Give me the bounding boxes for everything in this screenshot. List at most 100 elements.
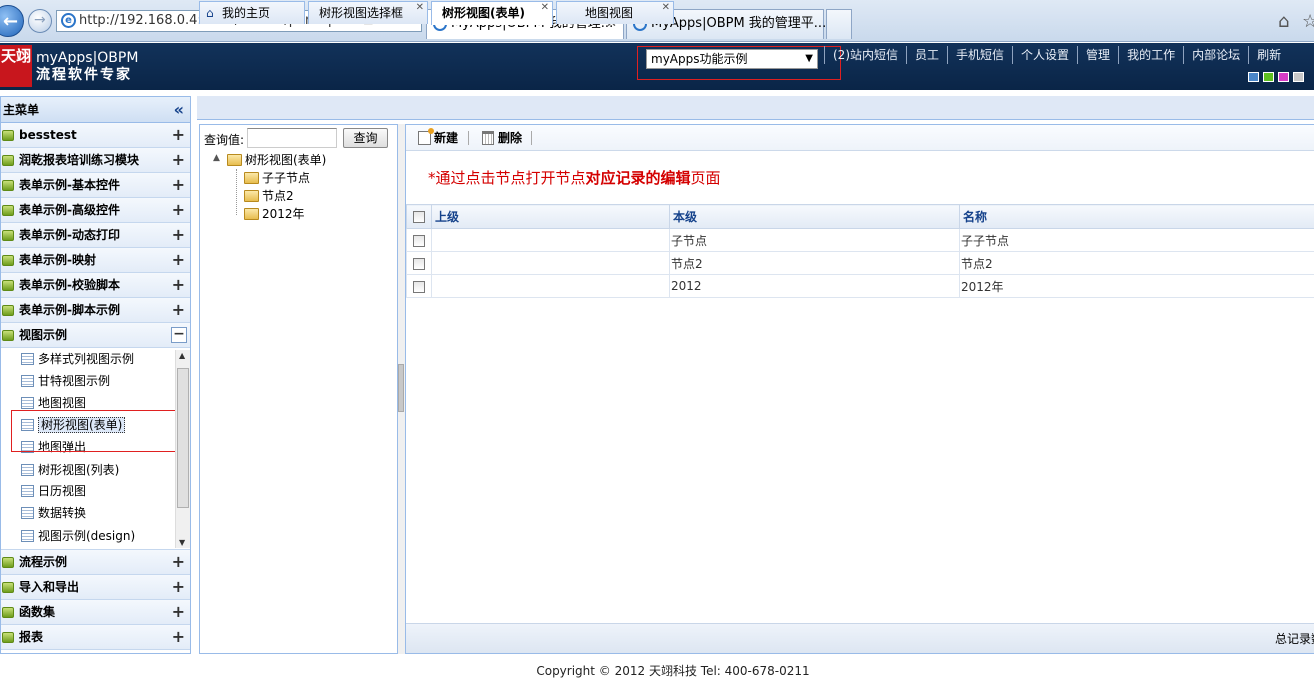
submenu-scrollbar[interactable]: ▲ ▼ [175,350,190,548]
forward-button[interactable]: → [28,9,52,33]
scroll-down-icon[interactable]: ▼ [179,538,185,547]
nav-refresh[interactable]: 刷新 [1248,46,1289,64]
theme-swatch-blue[interactable] [1248,72,1259,82]
menu-group-form-basic[interactable]: 表单示例-基本控件 + [1,173,190,198]
menu-group-label: 函数集 [19,605,56,619]
expand-plus-icon[interactable]: + [172,123,185,147]
expand-plus-icon[interactable]: + [172,550,185,574]
menu-group-besstest[interactable]: besstest + [1,123,190,148]
nav-settings[interactable]: 个人设置 [1012,46,1077,64]
menu-group-form-mapping[interactable]: 表单示例-映射 + [1,248,190,273]
cell-name[interactable]: 2012年 [959,274,1314,298]
tab-tree-view-form[interactable]: 树形视图(表单) ✕ [431,1,553,25]
delete-button[interactable]: 删除 [482,129,522,147]
sidebar-item-tree-view-list[interactable]: 树形视图(列表) [21,460,119,480]
back-button[interactable]: ← [0,5,24,37]
new-tab-button[interactable] [826,9,852,39]
cell-self[interactable]: 2012 [669,274,960,298]
new-button[interactable]: 新建 [418,128,458,147]
expand-plus-icon[interactable]: + [172,625,185,649]
module-icon [2,230,14,241]
scroll-up-icon[interactable]: ▲ [179,351,185,360]
theme-swatch-gray[interactable] [1293,72,1304,82]
expand-plus-icon[interactable]: + [172,148,185,172]
tab-tree-select[interactable]: 树形视图选择框 ✕ [308,1,428,24]
tree-node-child[interactable]: 子子节点 [244,169,310,187]
close-icon[interactable]: ✕ [662,0,670,19]
theme-swatch-green[interactable] [1263,72,1274,82]
column-header-self[interactable]: 本级 [669,204,960,229]
cell-parent[interactable] [431,228,670,252]
cell-parent[interactable] [431,274,670,298]
scrollbar-thumb[interactable] [177,368,189,508]
cell-self[interactable]: 子节点 [669,228,960,252]
sidebar-item-data-convert[interactable]: 数据转换 [21,503,86,523]
menu-group-report-training[interactable]: 润乾报表培训练习模块 + [1,148,190,173]
menu-group-import-export[interactable]: 导入和导出 + [1,575,190,600]
tab-map-view[interactable]: 地图视图 ✕ [556,1,674,24]
expand-plus-icon[interactable]: + [172,575,185,599]
sidebar-item-calendar-view[interactable]: 日历视图 [21,481,86,501]
menu-group-label: 表单示例-映射 [19,253,96,267]
nav-employees[interactable]: 员工 [906,46,947,64]
nav-sms[interactable]: 手机短信 [947,46,1012,64]
menu-group-functions[interactable]: 函数集 + [1,600,190,625]
tree-node-root[interactable]: 树形视图(表单) [227,151,326,169]
search-input[interactable] [247,128,337,148]
favorites-star-icon[interactable]: ☆ [1302,11,1314,32]
splitter-grip[interactable] [398,364,404,412]
column-header-parent[interactable]: 上级 [431,204,670,229]
tree-collapse-icon[interactable]: ▲ [213,153,220,163]
menu-group-reports[interactable]: 报表 + [1,625,190,650]
expand-plus-icon[interactable]: + [172,600,185,624]
table-row[interactable]: 节点2 节点2 [406,251,1314,275]
expand-plus-icon[interactable]: + [172,298,185,322]
nav-forum[interactable]: 内部论坛 [1183,46,1248,64]
menu-group-label: 表单示例-校验脚本 [19,278,120,292]
theme-swatch-purple[interactable] [1278,72,1289,82]
row-checkbox[interactable] [413,280,425,293]
collapse-minus-icon[interactable]: − [171,327,187,343]
close-icon[interactable]: ✕ [416,0,424,19]
collapse-icon[interactable]: « [174,97,184,123]
cell-parent[interactable] [431,251,670,275]
sidebar-item-view-design[interactable]: 视图示例(design) [21,526,135,546]
close-icon[interactable]: ✕ [541,0,549,19]
table-row[interactable]: 2012 2012年 [406,274,1314,298]
sidebar-item-gantt-view[interactable]: 甘特视图示例 [21,371,110,391]
row-checkbox[interactable] [413,257,425,270]
menu-group-form-advanced[interactable]: 表单示例-高级控件 + [1,198,190,223]
cell-name[interactable]: 节点2 [959,251,1314,275]
expand-plus-icon[interactable]: + [172,248,185,272]
home-icon[interactable]: ⌂ [1278,11,1289,32]
table-row[interactable]: 子节点 子子节点 [406,228,1314,252]
browser-tab-title: MyApps|OBPM 我的管理平... [651,16,827,31]
tab-home[interactable]: ⌂ 我的主页 [199,1,305,24]
column-header-name[interactable]: 名称 [959,204,1314,229]
row-checkbox[interactable] [413,234,425,247]
sidebar-item-multistyle-view[interactable]: 多样式列视图示例 [21,349,134,369]
select-all-checkbox[interactable] [413,211,425,223]
menu-group-form-print[interactable]: 表单示例-动态打印 + [1,223,190,248]
expand-plus-icon[interactable]: + [172,198,185,222]
menu-group-form-script[interactable]: 表单示例-脚本示例 + [1,298,190,323]
module-icon [2,180,14,191]
tree-node-label: 2012年 [262,207,305,221]
menu-group-flow-examples[interactable]: 流程示例 + [1,550,190,575]
nav-my-work[interactable]: 我的工作 [1118,46,1183,64]
menu-group-form-validation[interactable]: 表单示例-校验脚本 + [1,273,190,298]
cell-name[interactable]: 子子节点 [959,228,1314,252]
menu-group-view-examples[interactable]: 视图示例 − [1,323,190,348]
expand-plus-icon[interactable]: + [172,173,185,197]
module-icon [2,255,14,266]
tree-node-child[interactable]: 节点2 [244,187,294,205]
expand-plus-icon[interactable]: + [172,273,185,297]
nav-messages[interactable]: (2)站内短信 [824,46,906,64]
app-select[interactable]: myApps功能示例 ▼ [646,49,818,69]
expand-plus-icon[interactable]: + [172,223,185,247]
cell-self[interactable]: 节点2 [669,251,960,275]
nav-admin[interactable]: 管理 [1077,46,1118,64]
module-icon [2,130,14,141]
tree-node-child[interactable]: 2012年 [244,205,305,223]
search-button[interactable]: 查询 [343,128,388,148]
